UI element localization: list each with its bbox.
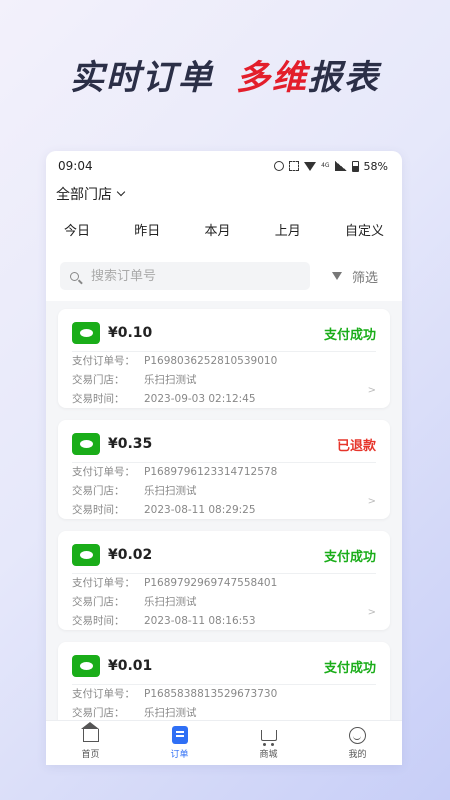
promo-headline: 实时订单 多维报表 (0, 50, 450, 99)
order-icon (171, 726, 188, 744)
filter-label: 筛选 (352, 270, 379, 286)
order-time: 2023-08-11 08:16:53 (144, 615, 256, 627)
store-label: 交易门店： (72, 596, 125, 608)
tab-yesterday[interactable]: 昨日 (134, 220, 160, 239)
order-no-label: 支付订单号： (72, 577, 135, 589)
tab-last-month[interactable]: 上月 (275, 220, 301, 239)
order-store: 乐扫扫测试 (144, 374, 197, 386)
order-amount: ¥0.01 (108, 658, 153, 674)
headline-part-3: 报表 (308, 58, 380, 98)
order-no: P1689792969747558401 (144, 577, 278, 589)
order-no-label: 支付订单号： (72, 466, 135, 478)
status-time: 09:04 (58, 159, 93, 173)
filter-icon (332, 272, 342, 280)
order-store: 乐扫扫测试 (144, 596, 197, 608)
filter-button[interactable]: 筛选 (332, 267, 378, 286)
alarm-icon (274, 161, 285, 171)
store-selector[interactable]: 全部门店 (56, 181, 392, 207)
store-label: 交易门店： (72, 374, 125, 386)
cart-icon (260, 729, 277, 746)
tab-home[interactable]: 首页 (61, 721, 121, 760)
order-time: 2023-09-03 02:12:45 (144, 393, 256, 405)
order-status: 支付成功 (323, 549, 376, 565)
time-label: 交易时间： (72, 504, 125, 516)
tab-custom[interactable]: 自定义 (345, 220, 384, 239)
order-amount: ¥0.02 (108, 547, 153, 563)
order-no: P1698036252810539010 (144, 355, 278, 367)
tab-orders-label: 订单 (170, 750, 189, 760)
search-box (60, 262, 310, 290)
search-icon (70, 271, 79, 281)
date-tabs: 今日 昨日 本月 上月 自定义 (56, 207, 392, 251)
tab-mall-label: 商城 (259, 750, 278, 760)
tab-mall[interactable]: 商城 (239, 726, 299, 760)
tab-today[interactable]: 今日 (64, 220, 90, 239)
order-card[interactable]: ¥0.10 支付成功 支付订单号： P1698036252810539010 交易… (58, 309, 390, 408)
tab-home-label: 首页 (81, 750, 100, 760)
status-bar: 09:04 4G 58% (46, 151, 402, 181)
wechat-pay-icon (72, 544, 100, 566)
tab-profile-label: 我的 (348, 750, 367, 760)
header-section: 全部门店 今日 昨日 本月 上月 自定义 筛选 (46, 181, 402, 301)
wechat-pay-icon (72, 322, 100, 344)
order-no: P1689796123314712578 (144, 466, 278, 478)
store-selector-label: 全部门店 (56, 187, 112, 203)
headline-part-2: 多维 (236, 58, 308, 98)
order-list: ¥0.10 支付成功 支付订单号： P1698036252810539010 交易… (46, 301, 402, 741)
order-card[interactable]: ¥0.02 支付成功 支付订单号： P1689792969747558401 交易… (58, 531, 390, 630)
wechat-pay-icon (72, 655, 100, 677)
order-store: 乐扫扫测试 (144, 485, 197, 497)
battery-icon (351, 160, 359, 172)
profile-icon (349, 726, 366, 744)
search-row: 筛选 (56, 251, 392, 301)
wifi-icon (304, 161, 317, 171)
order-time: 2023-08-11 08:29:25 (144, 504, 256, 516)
order-no-label: 支付订单号： (72, 688, 135, 700)
order-no-label: 支付订单号： (72, 355, 135, 367)
chevron-right-icon: > (367, 607, 376, 618)
tab-this-month[interactable]: 本月 (204, 220, 230, 239)
order-no: P1685838813529673730 (144, 688, 278, 700)
order-amount: ¥0.35 (108, 436, 153, 452)
search-input[interactable] (89, 267, 273, 285)
order-amount: ¥0.10 (108, 325, 153, 341)
bottom-tab-bar: 首页 订单 商城 我的 (46, 720, 402, 765)
order-status: 已退款 (336, 438, 376, 454)
time-label: 交易时间： (72, 393, 125, 405)
headline-part-1: 实时订单 (70, 58, 214, 98)
wechat-pay-icon (72, 433, 100, 455)
home-icon (80, 721, 99, 742)
battery-percent: 58% (363, 159, 388, 173)
chevron-right-icon: > (367, 496, 376, 507)
time-label: 交易时间： (72, 615, 125, 627)
tab-profile[interactable]: 我的 (328, 726, 388, 760)
phone-screen: 09:04 4G 58% 全部门店 今日 昨日 本月 上月 自定义 搜索订单号 … (46, 151, 402, 765)
network-label: 4G (321, 162, 330, 169)
order-card[interactable]: ¥0.35 已退款 支付订单号： P1689796123314712578 交易门… (58, 420, 390, 519)
signal-icon (334, 161, 347, 171)
status-icons: 4G 58% (274, 160, 388, 173)
tab-orders[interactable]: 订单 (150, 726, 210, 760)
qr-icon (289, 161, 300, 171)
order-status: 支付成功 (323, 327, 376, 343)
chevron-right-icon: > (367, 385, 376, 396)
store-label: 交易门店： (72, 485, 125, 497)
order-status: 支付成功 (323, 660, 376, 676)
chevron-down-icon (116, 187, 126, 197)
